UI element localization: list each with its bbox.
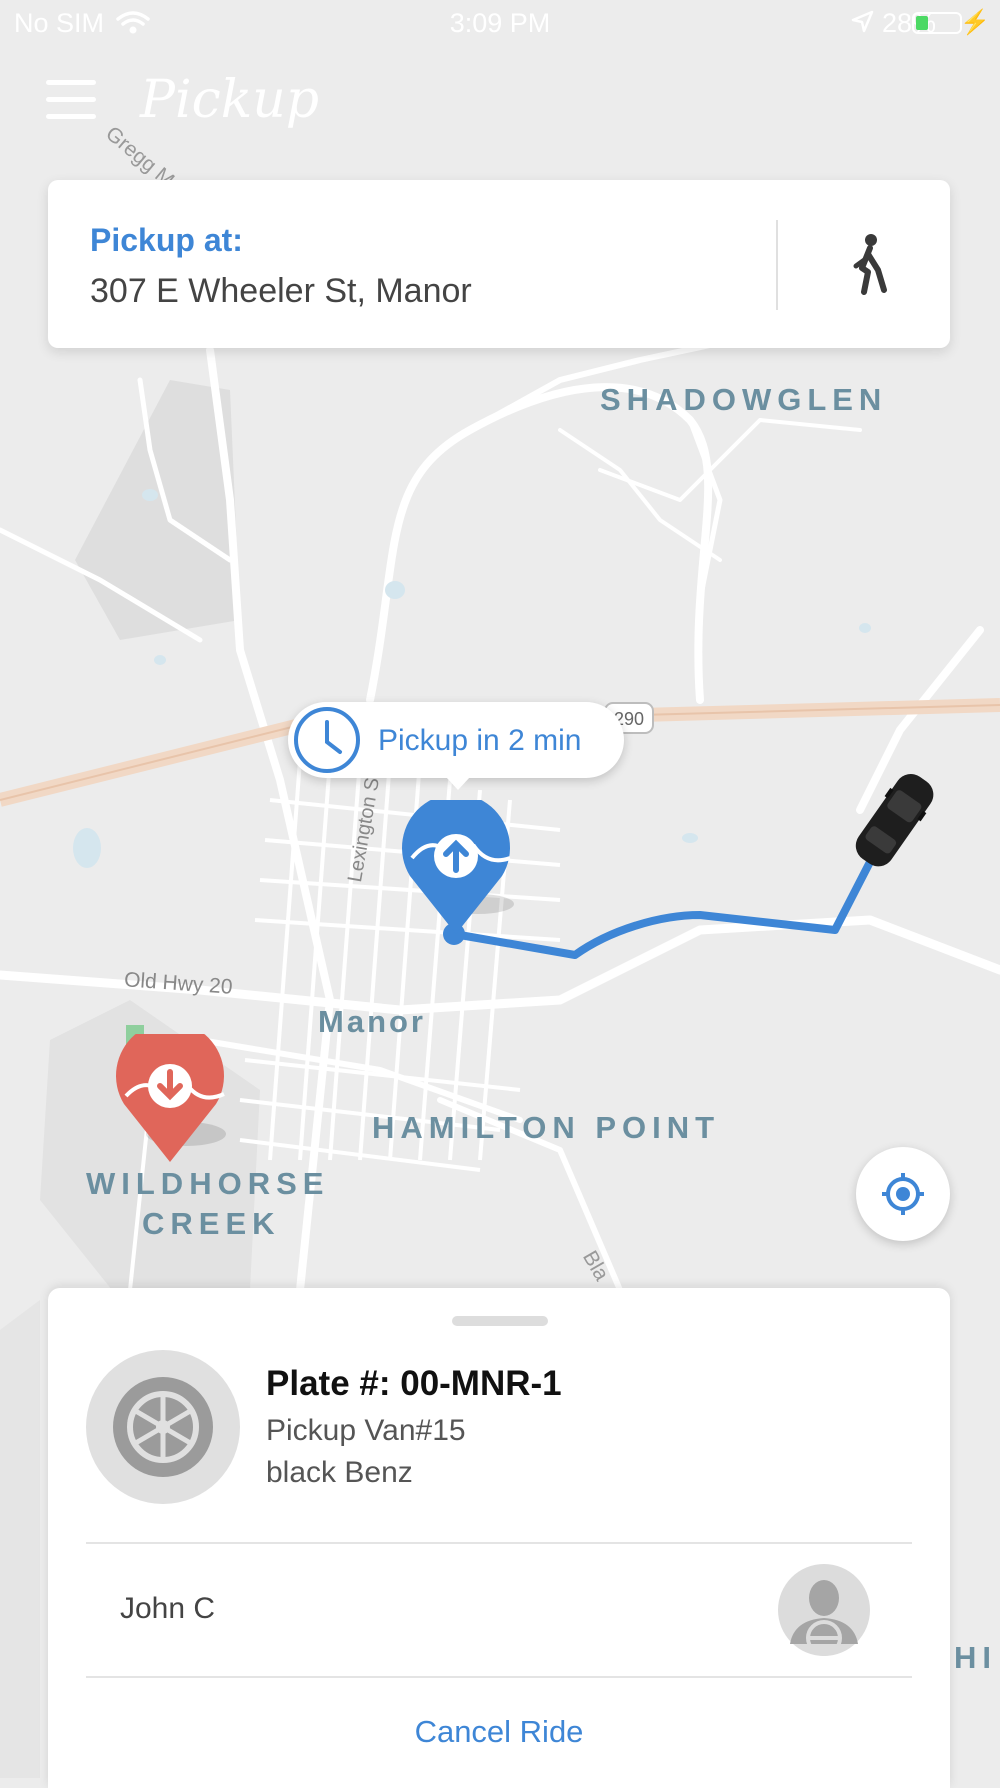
pickup-eta-bubble: Pickup in 2 min xyxy=(288,702,624,790)
map-label-wildhorse: WILDHORSE xyxy=(86,1166,330,1201)
clock-icon xyxy=(294,707,360,773)
divider xyxy=(86,1676,912,1678)
map-label-creek: CREEK xyxy=(142,1206,281,1241)
map-label-shadowglen: SHADOWGLEN xyxy=(600,382,888,417)
walking-person-icon[interactable] xyxy=(838,232,898,296)
card-divider xyxy=(776,220,778,310)
pickup-location-card[interactable]: Pickup at: 307 E Wheeler St, Manor xyxy=(48,180,950,348)
ride-details-sheet[interactable]: Plate #: 00-MNR-1 Pickup Van#15 black Be… xyxy=(48,1288,950,1788)
recenter-location-button[interactable] xyxy=(856,1147,950,1241)
battery-icon xyxy=(912,12,962,34)
charging-bolt-icon: ⚡ xyxy=(960,9,990,36)
driver-avatar-icon xyxy=(778,1564,870,1656)
vehicle-wheel-icon xyxy=(86,1350,240,1504)
vehicle-color: black Benz xyxy=(266,1456,413,1489)
pickup-address: 307 E Wheeler St, Manor xyxy=(90,272,472,310)
crosshair-icon xyxy=(882,1173,924,1215)
map-label-hamilton-point: HAMILTON POINT xyxy=(372,1110,721,1145)
driver-name: John C xyxy=(120,1592,216,1625)
pickup-label: Pickup at: xyxy=(90,222,243,258)
divider xyxy=(86,1542,912,1544)
vehicle-model: Pickup Van#15 xyxy=(266,1414,466,1447)
cancel-ride-button[interactable]: Cancel Ride xyxy=(48,1714,950,1750)
sheet-drag-handle[interactable] xyxy=(452,1316,548,1326)
pickup-eta-text: Pickup in 2 min xyxy=(378,724,582,757)
dropoff-pin-icon[interactable] xyxy=(114,1034,234,1164)
car-icon xyxy=(855,774,934,867)
app-title: Pickup xyxy=(140,70,320,130)
hamburger-menu-icon[interactable] xyxy=(46,80,96,122)
location-arrow-icon xyxy=(852,10,874,33)
map-label-hi: HI xyxy=(954,1640,997,1675)
plate-number: Plate #: 00-MNR-1 xyxy=(266,1364,562,1403)
pickup-pin-icon[interactable] xyxy=(400,800,520,946)
map-label-manor: Manor xyxy=(318,1004,426,1039)
